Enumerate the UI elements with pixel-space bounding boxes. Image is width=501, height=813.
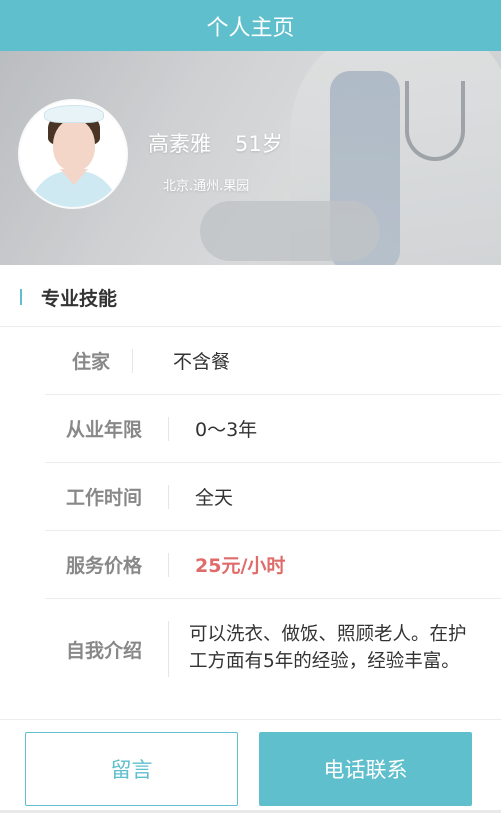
detail-value: 0～3年 [195, 419, 258, 441]
profile-name-row: 高素雅 51岁 [148, 128, 283, 158]
detail-label: 服务价格 [66, 555, 143, 577]
price-value: 25元/小时 [195, 555, 286, 577]
call-button[interactable]: 电话联系 [259, 732, 472, 806]
detail-value: 不含餐 [173, 351, 231, 373]
detail-label: 工作时间 [66, 487, 143, 509]
profile-name: 高素雅 [148, 132, 211, 156]
top-bar: 个人主页 [0, 0, 501, 51]
profile-age: 51岁 [235, 132, 283, 156]
message-button[interactable]: 留言 [25, 732, 238, 806]
detail-value: 全天 [195, 487, 234, 509]
detail-row-price: 服务价格 25元/小时 [45, 531, 501, 599]
section-title: 专业技能 [41, 288, 118, 310]
detail-divider [168, 485, 169, 509]
detail-divider [132, 349, 133, 373]
detail-row-live-in: 住家 不含餐 [45, 327, 501, 395]
avatar [20, 101, 126, 207]
detail-label: 自我介绍 [66, 639, 143, 662]
detail-label: 从业年限 [66, 419, 143, 441]
section-accent-bar [20, 289, 22, 305]
page-title: 个人主页 [206, 15, 295, 41]
detail-row-intro: 自我介绍 可以洗衣、做饭、照顾老人。在护工方面有5年的经验，经验丰富。 [45, 599, 501, 719]
profile-location: 北京.通州.果园 [163, 179, 250, 194]
detail-row-work-time: 工作时间 全天 [45, 463, 501, 531]
action-bar: 留言 电话联系 [0, 719, 501, 813]
detail-divider [168, 417, 169, 441]
intro-text: 可以洗衣、做饭、照顾老人。在护工方面有5年的经验，经验丰富。 [189, 624, 467, 672]
section-header: 专业技能 [0, 265, 501, 327]
detail-label: 住家 [72, 351, 111, 373]
detail-row-experience: 从业年限 0～3年 [45, 395, 501, 463]
detail-divider [168, 553, 169, 577]
detail-divider [168, 621, 169, 677]
